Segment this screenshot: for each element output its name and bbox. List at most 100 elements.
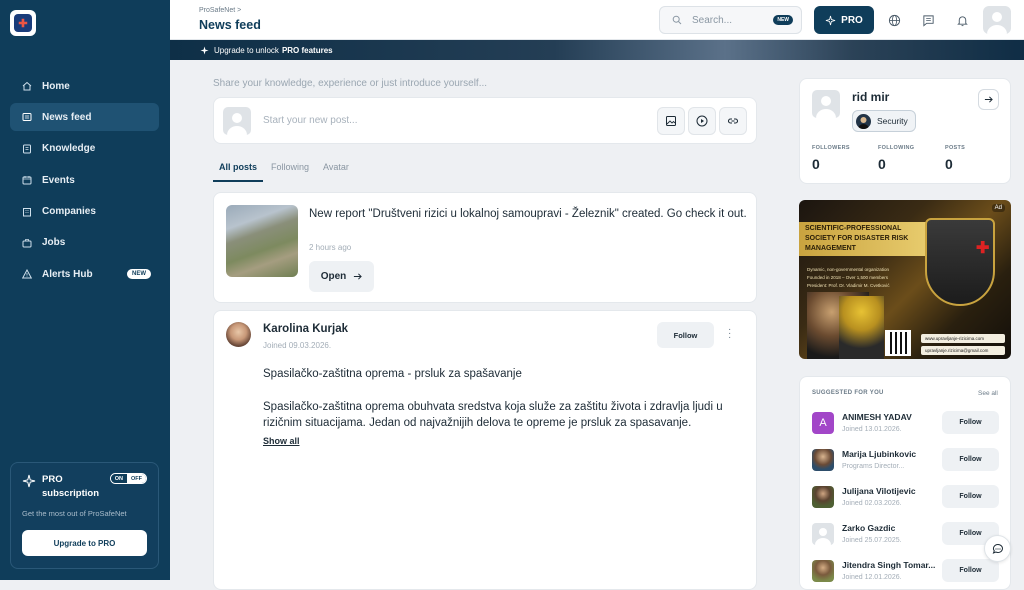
suggested-avatar bbox=[812, 523, 834, 545]
sidebar-item-companies[interactable]: Companies bbox=[10, 198, 159, 226]
toggle-on-label: ON bbox=[110, 474, 127, 483]
post-composer: Start your new post... bbox=[213, 97, 757, 144]
messages-icon[interactable] bbox=[920, 12, 936, 28]
report-thumbnail bbox=[226, 205, 298, 277]
more-options-icon[interactable]: · · · bbox=[728, 325, 731, 343]
suggested-user[interactable]: Jitendra Singh Tomar... Joined 12.01.202… bbox=[812, 558, 1002, 590]
report-post-card: New report "Društveni rizici u lokalnoj … bbox=[213, 192, 757, 303]
follow-button[interactable]: Follow bbox=[942, 485, 999, 508]
sidebar-item-alerts-hub[interactable]: Alerts Hub NEW bbox=[10, 260, 159, 288]
pro-subscription-card: PRO subscription ON OFF Get the most out… bbox=[10, 462, 159, 569]
stat-followers[interactable]: FOLLOWERS 0 bbox=[812, 145, 850, 172]
chat-button[interactable] bbox=[984, 535, 1011, 562]
sidebar-item-events[interactable]: Events bbox=[10, 166, 159, 194]
open-button[interactable]: Open bbox=[309, 261, 374, 292]
stat-value: 0 bbox=[878, 156, 886, 172]
suggested-name: Marija Ljubinkovic bbox=[842, 449, 917, 459]
sidebar-item-news-feed[interactable]: News feed bbox=[10, 103, 159, 132]
play-icon bbox=[696, 115, 708, 127]
open-profile-button[interactable] bbox=[978, 89, 999, 110]
ad-bullet: Founded in 2018 – Over 1,500 members bbox=[807, 275, 889, 280]
post-title: Spasilačko-zaštitna oprema - prsluk za s… bbox=[263, 368, 522, 380]
shield-emblem-icon: ✚ bbox=[925, 218, 995, 306]
pro-toggle[interactable]: ON OFF bbox=[109, 473, 147, 484]
search-input[interactable]: Search... NEW bbox=[659, 6, 802, 34]
author-avatar[interactable] bbox=[226, 322, 251, 347]
feed-tabs: All posts Following Avatar bbox=[213, 160, 357, 182]
banner-bold: PRO features bbox=[281, 45, 333, 55]
stat-following[interactable]: FOLLOWING 0 bbox=[878, 145, 914, 172]
stat-posts[interactable]: POSTS 0 bbox=[945, 145, 965, 172]
ad-bullet: Dynamic, non-governmental organization bbox=[807, 267, 890, 272]
suggested-user[interactable]: Julijana Vilotijevic Joined 02.03.2026. … bbox=[812, 484, 1002, 516]
toggle-off-label: OFF bbox=[127, 474, 146, 483]
ad-photo-helmet bbox=[839, 296, 884, 359]
search-icon bbox=[672, 15, 682, 25]
sidebar-item-knowledge[interactable]: Knowledge bbox=[10, 135, 159, 163]
suggested-subtitle: Joined 13.01.2026. bbox=[842, 426, 902, 433]
globe-icon[interactable] bbox=[886, 12, 902, 28]
upgrade-banner[interactable]: Upgrade to unlock PRO features bbox=[170, 40, 1024, 60]
suggested-name: ANIMESH YADAV bbox=[842, 412, 912, 422]
suggested-user[interactable]: Marija Ljubinkovic Programs Director... … bbox=[812, 447, 1002, 479]
composer-avatar bbox=[223, 107, 251, 135]
sidebar-item-home[interactable]: Home bbox=[10, 72, 159, 100]
book-icon bbox=[22, 144, 32, 154]
pro-button[interactable]: PRO bbox=[814, 6, 874, 34]
tab-avatar[interactable]: Avatar bbox=[317, 160, 355, 182]
add-image-button[interactable] bbox=[657, 107, 685, 135]
sidebar-item-label: Alerts Hub bbox=[42, 268, 93, 280]
ad-tag: Ad bbox=[991, 204, 1005, 212]
sidebar-item-label: Companies bbox=[42, 206, 96, 218]
suggested-avatar: A bbox=[812, 412, 834, 434]
profile-name[interactable]: rid mir bbox=[852, 90, 889, 104]
suggested-heading: SUGGESTED FOR YOU bbox=[812, 390, 884, 396]
add-video-button[interactable] bbox=[688, 107, 716, 135]
sidebar-item-jobs[interactable]: Jobs bbox=[10, 229, 159, 257]
stat-label: POSTS bbox=[945, 145, 966, 151]
upgrade-to-pro-button[interactable]: Upgrade to PRO bbox=[22, 530, 147, 556]
ad-url: www.upravljanje-rizicima.com bbox=[921, 334, 1005, 343]
logo-icon: ✚ bbox=[14, 14, 32, 32]
suggested-user[interactable]: A ANIMESH YADAV Joined 13.01.2026. Follo… bbox=[812, 410, 1002, 442]
advertisement-banner[interactable]: Ad SCIENTIFIC-PROFESSIONAL SOCIETY FOR D… bbox=[799, 200, 1011, 359]
bell-icon[interactable] bbox=[954, 12, 970, 28]
author-name[interactable]: Karolina Kurjak bbox=[263, 323, 348, 335]
pro-subtitle: Get the most out of ProSafeNet bbox=[22, 509, 127, 518]
follow-button[interactable]: Follow bbox=[657, 322, 714, 348]
add-link-button[interactable] bbox=[719, 107, 747, 135]
profile-card: rid mir Security FOLLOWERS 0 FOLLOWING 0… bbox=[799, 78, 1011, 184]
follow-button[interactable]: Follow bbox=[942, 411, 999, 434]
new-post-input[interactable]: Start your new post... bbox=[263, 115, 358, 126]
pro-button-label: PRO bbox=[841, 14, 863, 26]
stat-label: FOLLOWING bbox=[878, 145, 915, 151]
suggested-subtitle: Joined 25.07.2025. bbox=[842, 537, 902, 544]
show-all-link[interactable]: Show all bbox=[263, 436, 300, 446]
follow-button[interactable]: Follow bbox=[942, 448, 999, 471]
suggested-name: Zarko Gazdic bbox=[842, 523, 896, 533]
profile-avatar[interactable] bbox=[812, 90, 840, 118]
composer-prompt: Share your knowledge, experience or just… bbox=[213, 78, 488, 89]
post-body: Spasilačko-zaštitna oprema obuhvata sred… bbox=[263, 401, 723, 429]
app-logo[interactable]: ✚ bbox=[10, 10, 36, 36]
author-joined: Joined 09.03.2026. bbox=[263, 341, 332, 350]
see-all-link[interactable]: See all bbox=[978, 390, 998, 397]
open-button-label: Open bbox=[320, 271, 347, 282]
newspaper-icon bbox=[22, 112, 32, 122]
suggested-name: Jitendra Singh Tomar... bbox=[842, 560, 936, 570]
user-avatar[interactable] bbox=[983, 6, 1011, 34]
breadcrumb[interactable]: ProSafeNet > bbox=[199, 7, 241, 14]
briefcase-icon bbox=[22, 238, 32, 248]
suggested-name: Julijana Vilotijevic bbox=[842, 486, 916, 496]
search-new-badge: NEW bbox=[773, 15, 793, 25]
qr-code-icon bbox=[885, 330, 911, 356]
follow-button[interactable]: Follow bbox=[942, 559, 999, 582]
tab-all-posts[interactable]: All posts bbox=[213, 160, 264, 182]
tab-following[interactable]: Following bbox=[265, 160, 315, 182]
suggested-user[interactable]: Zarko Gazdic Joined 25.07.2025. Follow bbox=[812, 521, 1002, 553]
suggested-avatar bbox=[812, 486, 834, 508]
user-silhouette-icon bbox=[987, 12, 1007, 34]
ad-bullets: Dynamic, non-governmental organization F… bbox=[807, 266, 890, 290]
post-time: 2 hours ago bbox=[309, 243, 352, 252]
suggested-subtitle: Programs Director... bbox=[842, 463, 905, 470]
